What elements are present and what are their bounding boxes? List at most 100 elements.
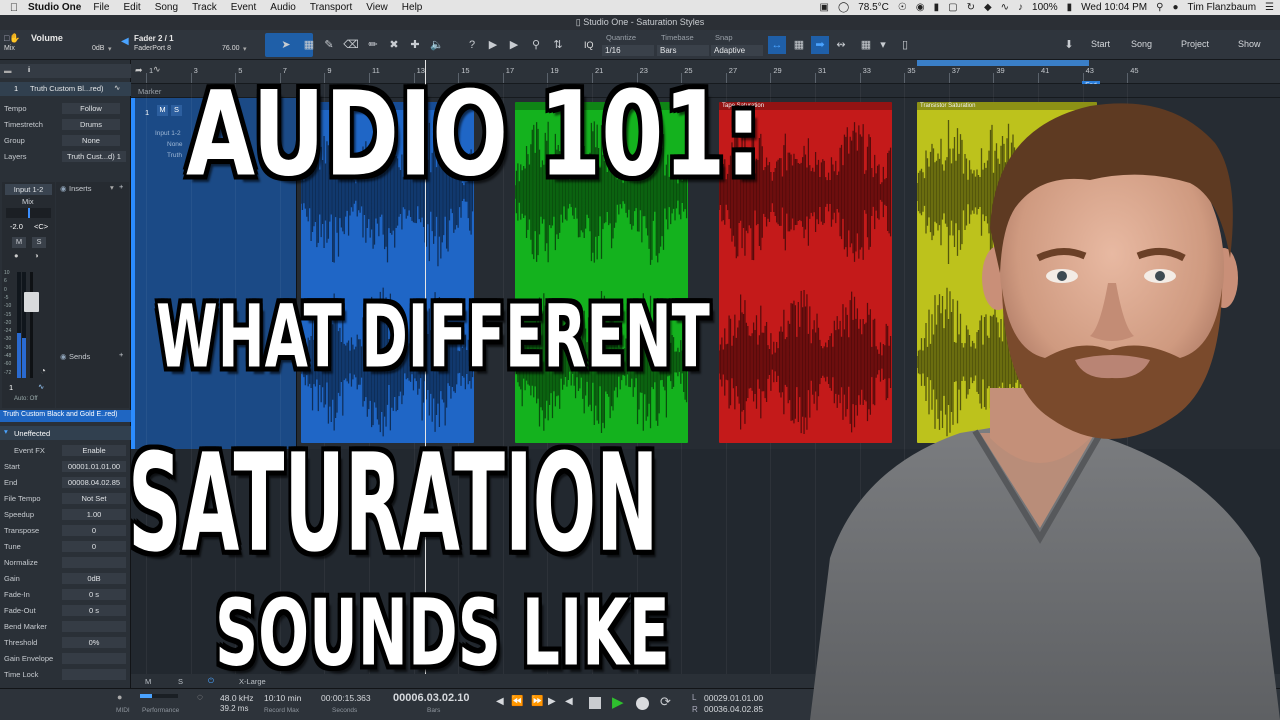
add-insert-icon[interactable]: + [119,182,123,191]
help-icon[interactable]: ? [463,36,481,54]
event-prop-value[interactable]: 0dB [62,573,126,584]
event-prop-value[interactable]: 1.00 [62,509,126,520]
pan-slider[interactable] [6,208,51,218]
return-to-zero-icon[interactable]: ◀ [496,696,504,707]
sync-icon[interactable]: ◉ [916,2,925,13]
paint-tool-icon[interactable]: ✏ [364,36,382,54]
mute-tool-icon[interactable]: ✖ [385,36,403,54]
menu-song[interactable]: Song [155,2,178,13]
fast-forward-icon[interactable]: ⏩ [531,696,543,707]
mute-button[interactable]: M [12,237,26,248]
event-prop-value[interactable]: Not Set [62,493,126,504]
status-icon[interactable]: ☉ [898,2,907,13]
edit-mode-icon[interactable]: □✋ [4,33,21,44]
sync-download-icon[interactable]: ⬇ [1060,36,1078,54]
thermometer-icon[interactable]: ◯ [838,2,849,13]
menu-view[interactable]: View [366,2,388,13]
listen-tool-icon[interactable]: 🔈 [428,36,446,54]
channel-name-bar[interactable]: Truth Custom Black and Gold E..red) [0,410,131,422]
event-prop-value[interactable] [62,621,126,632]
iq-label[interactable]: IQ [584,40,594,50]
track-output[interactable]: None [167,141,183,148]
user-avatar-icon[interactable]: ● [1172,2,1178,13]
event-prop-value[interactable]: 0% [62,637,126,648]
solo-button[interactable]: S [32,237,46,248]
snap-grid-icon[interactable]: ▦ [790,36,808,54]
display-icon[interactable]: ▢ [948,2,957,13]
back-arrow-icon[interactable]: ◀ [121,36,129,47]
footer-solo[interactable]: S [178,677,183,686]
input-select[interactable]: Input 1-2 [5,184,52,195]
arrange-tool-icon[interactable]: ➦ [135,65,143,76]
track-mute-button[interactable]: M [157,105,168,116]
faderport-value[interactable]: 76.00 [222,45,240,52]
add-send-icon[interactable]: + [119,350,123,359]
event-fx-toggle[interactable]: Enable [62,445,126,456]
collapse-icon[interactable]: ▾ [4,427,8,436]
tempo-select[interactable]: Follow [62,103,120,114]
event-prop-value[interactable]: 0 [62,541,126,552]
temperature-readout[interactable]: 78.5°C [858,2,889,13]
seconds-readout[interactable]: 00:00:15.363 [321,693,371,703]
expand-knob-icon[interactable]: ◔ [40,366,46,377]
event-prop-value[interactable]: 0 s [62,605,126,616]
arrow-tool-icon[interactable]: ➤ [277,36,295,54]
battery-icon[interactable]: ▮ [1067,2,1073,13]
battery-menu-icon[interactable]: ▮ [934,2,940,13]
app-menu[interactable]: Studio One [28,2,81,13]
volume-fader-knob[interactable] [24,292,39,312]
event-prop-value[interactable] [62,669,126,680]
layout-dropdown-icon[interactable]: ▾ [874,36,892,54]
follow-icon[interactable]: ↭ [832,36,850,54]
play-button[interactable]: ▶ [612,693,624,711]
skip-forward-icon[interactable]: ▶ [505,36,523,54]
camera-icon[interactable]: ▣ [820,2,829,13]
autoscroll-icon[interactable]: ➡ [811,36,829,54]
range-tool-icon[interactable]: ▦ [300,36,318,54]
song-page-button[interactable]: Song [1131,39,1152,49]
layout-icon[interactable]: ▦ [857,36,875,54]
user-name[interactable]: Tim Flanzbaum [1187,2,1256,13]
event-prop-value[interactable]: 00001.01.01.00 [62,461,126,472]
track-name[interactable]: Truth Custom Bl...red) [30,84,104,93]
menu-help[interactable]: Help [402,2,423,13]
bars-readout[interactable]: 00006.03.02.10 [393,692,469,704]
timebase-select[interactable]: Bars [657,45,709,56]
inspector-menu-icon[interactable]: ▬ [4,66,12,75]
menu-list-icon[interactable]: ☰ [1265,2,1274,13]
quantize-select[interactable]: 1/16 [602,45,654,56]
loop-end-readout[interactable]: 00036.04.02.85 [704,704,763,714]
menu-transport[interactable]: Transport [310,2,352,13]
project-page-button[interactable]: Project [1181,39,1209,49]
event-prop-value[interactable] [62,557,126,568]
track-solo-button[interactable]: S [171,105,182,116]
menu-audio[interactable]: Audio [270,2,296,13]
power-icon[interactable]: ⏻ [208,676,214,686]
clock[interactable]: Wed 10:04 PM [1081,2,1147,13]
automation-icon[interactable]: ∿ [153,64,161,75]
layers-select[interactable]: Truth Cust...d) 1 [62,151,126,162]
faderport-dropdown-icon[interactable]: ▾ [243,45,247,53]
event-prop-value[interactable]: 00008.04.02.85 [62,477,126,488]
mixer-window-icon[interactable]: ▯ [896,36,914,54]
wifi-icon[interactable]: ∿ [1001,2,1009,13]
pan-center-button[interactable]: <C> [34,222,48,231]
loop-button-icon[interactable]: ⟳ [660,694,671,710]
monitor-icon[interactable]: ◑ [34,251,39,260]
record-arm-icon[interactable]: ● [14,251,19,260]
split-tool-icon[interactable]: ✎ [320,36,338,54]
timestretch-select[interactable]: Drums [62,119,120,130]
snap-toggle-icon[interactable]: ↔ [768,36,786,54]
loop-start-readout[interactable]: 00029.01.01.00 [704,693,763,703]
dropbox-icon[interactable]: ◆ [984,2,992,13]
info-icon[interactable]: i [28,65,30,74]
volume-icon[interactable]: ♪ [1018,2,1023,13]
track-input[interactable]: Input 1-2 [155,130,181,137]
automation-mode[interactable]: Auto: Off [14,396,38,402]
rewind-icon[interactable]: ⏪ [511,696,523,707]
group-select[interactable]: None [62,135,120,146]
loop-tool-icon[interactable]: ⇅ [549,36,567,54]
menu-edit[interactable]: Edit [123,2,140,13]
snap-select[interactable]: Adaptive [711,45,763,56]
start-page-button[interactable]: Start [1091,39,1110,49]
